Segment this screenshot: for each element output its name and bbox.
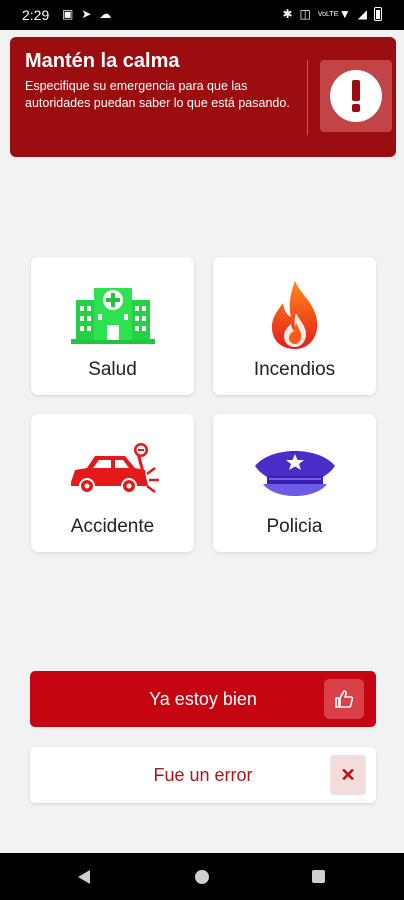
volte-icon: VoLTE [317, 10, 339, 18]
im-ok-label: Ya estoy bien [149, 689, 257, 709]
calm-banner: Mantén la calma Especifique su emergenci… [10, 37, 396, 157]
back-icon[interactable] [77, 869, 91, 885]
recents-icon[interactable] [312, 870, 325, 883]
im-ok-button[interactable]: Ya estoy bien [30, 671, 376, 727]
wifi-icon: ▼ [338, 7, 351, 21]
gallery-icon: ▣ [62, 7, 74, 21]
bluetooth-icon: ✱ [282, 7, 293, 21]
police-cap-icon [254, 451, 335, 496]
status-time: 2:29 [22, 7, 50, 23]
hospital-icon [70, 288, 155, 344]
banner-title: Mantén la calma [25, 50, 180, 72]
category-card-accidente[interactable]: Accidente [31, 414, 194, 552]
telegram-icon: ➤ [81, 7, 92, 21]
system-icons: ✱ ◫ VoLTE ▼ ◢ [282, 7, 382, 21]
alert-box [320, 60, 392, 132]
banner-divider [307, 60, 308, 135]
category-label-salud: Salud [88, 359, 137, 380]
category-card-policia[interactable]: Policia [213, 414, 376, 552]
status-bar: 2:29 ▣ ➤ ☁ ✱ ◫ VoLTE ▼ ◢ [0, 0, 404, 30]
car-crash-icon [70, 443, 159, 494]
battery-icon [374, 7, 382, 21]
thumbs-up-icon [324, 679, 364, 719]
exclamation-icon [330, 70, 382, 122]
signal-icon: ◢ [357, 7, 367, 21]
fire-icon [271, 281, 317, 349]
notification-icons: ▣ ➤ ☁ [62, 7, 111, 21]
banner-description: Especifique su emergencia para que las a… [25, 79, 290, 110]
category-card-salud[interactable]: Salud [31, 257, 194, 395]
system-nav-bar [0, 853, 404, 900]
category-label-incendios: Incendios [253, 359, 336, 380]
vibrate-icon: ◫ [299, 7, 311, 21]
home-icon[interactable] [195, 870, 209, 884]
was-mistake-button[interactable]: Fue un error ✕ [30, 747, 376, 803]
category-label-accidente: Accidente [70, 516, 155, 537]
cloud-icon: ☁ [99, 7, 112, 21]
category-card-incendios[interactable]: Incendios [213, 257, 376, 395]
was-mistake-label: Fue un error [153, 765, 253, 785]
close-icon: ✕ [330, 755, 366, 795]
category-label-policia: Policia [266, 516, 323, 537]
